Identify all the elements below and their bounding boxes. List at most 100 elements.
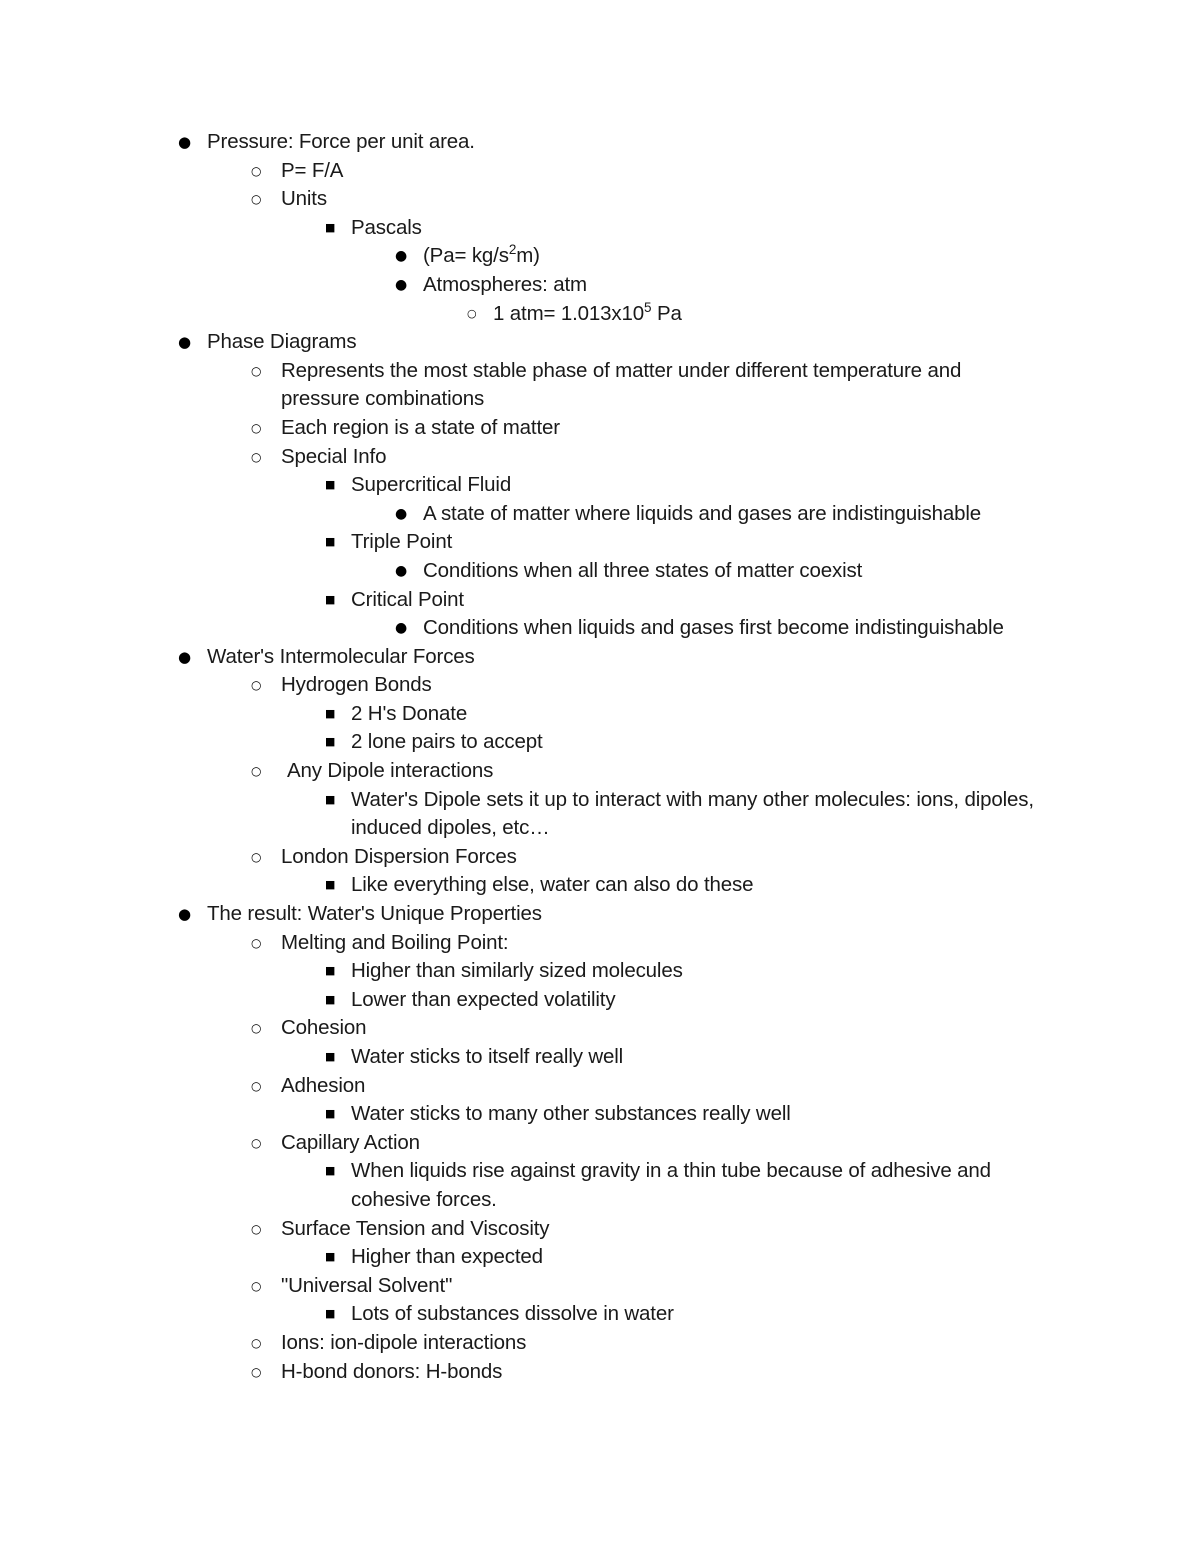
bullet-marker-level-2-icon: ○ (251, 935, 262, 950)
outline-item-text: 1 atm= 1.013x105 Pa (493, 299, 682, 325)
outline-item-text: Hydrogen Bonds (281, 673, 432, 697)
outline-item-level-1: ● Pressure: Force per unit area. (0, 128, 1200, 157)
outline-item-level-2: ○ Hydrogen Bonds (0, 671, 1200, 700)
outline-item-level-3: ■ 2 lone pairs to accept (0, 728, 1200, 757)
outline-item-level-3: ■ Supercritical Fluid (0, 471, 1200, 500)
bullet-marker-level-4-icon: ● (395, 248, 408, 265)
outline-item-level-3: ■ When liquids rise against gravity in a … (0, 1157, 1200, 1214)
bullet-marker-level-2-icon: ○ (251, 1364, 262, 1379)
outline-item-level-3: ■ Like everything else, water can also do… (0, 871, 1200, 900)
outline-item-text: When liquids rise against gravity in a t… (351, 1159, 991, 1211)
outline-item-level-2: ○ Surface Tension and Viscosity (0, 1215, 1200, 1244)
bullet-marker-level-2-icon: ○ (251, 363, 262, 378)
bullet-marker-level-3-icon: ■ (325, 1250, 336, 1264)
outline-item-text: Conditions when liquids and gases first … (423, 616, 1004, 640)
bullet-marker-level-5-icon: ○ (467, 306, 477, 320)
outline-item-level-3: ■ Water sticks to itself really well (0, 1043, 1200, 1072)
outline-item-text: Water sticks to itself really well (351, 1045, 624, 1068)
outline-item-text: Triple Point (351, 530, 453, 554)
outline-item-text: Water sticks to many other substances re… (351, 1102, 791, 1126)
outline-item-text: Atmospheres: atm (423, 272, 587, 296)
bullet-marker-level-2-icon: ○ (251, 764, 262, 779)
outline-item-level-1: ● Phase Diagrams (0, 328, 1200, 357)
bullet-marker-level-3-icon: ■ (325, 878, 336, 892)
outline-item-text: Cohesion (281, 1016, 367, 1040)
bullet-marker-level-4-icon: ● (395, 505, 408, 522)
outline-item-level-2: ○ Melting and Boiling Point: (0, 929, 1200, 958)
outline-item-text: Ions: ion-dipole interactions (281, 1330, 527, 1354)
outline-item-level-1: ● Water's Intermolecular Forces (0, 643, 1200, 672)
bullet-marker-level-2-icon: ○ (251, 1278, 262, 1293)
outline-item-level-4: ● Atmospheres: atm (0, 271, 1200, 300)
bullet-marker-level-3-icon: ■ (325, 1307, 336, 1321)
bullet-marker-level-2-icon: ○ (251, 192, 262, 207)
bullet-marker-level-4-icon: ● (395, 620, 408, 637)
outline-item-level-2: ○ P= F/A (0, 157, 1200, 186)
outline-item-text: Surface Tension and Viscosity (281, 1216, 550, 1240)
outline-item-text: "Universal Solvent" (281, 1273, 453, 1297)
outline-item-text: Each region is a state of matter (281, 415, 560, 439)
outline-item-text: Lower than expected volatility (351, 987, 616, 1011)
outline-item-level-2: ○ Each region is a state of matter (0, 414, 1200, 443)
bullet-marker-level-4-icon: ● (395, 276, 408, 293)
outline-item-level-2: ○ Special Info (0, 443, 1200, 472)
bullet-marker-level-1-icon: ● (178, 133, 191, 151)
outline-item-level-5: ○ 1 atm= 1.013x105 Pa (0, 300, 1200, 329)
bullet-marker-level-3-icon: ■ (325, 535, 336, 549)
outline-item-level-3: ■ Water's Dipole sets it up to interact w… (0, 786, 1200, 843)
outline-item-text: A state of matter where liquids and gase… (423, 501, 982, 525)
bullet-marker-level-2-icon: ○ (251, 1221, 262, 1236)
outline-item-level-2: ○ Units (0, 185, 1200, 214)
outline-item-text: Units (281, 187, 327, 211)
outline-item-level-2: ○ London Dispersion Forces (0, 843, 1200, 872)
outline-item-text: (Pa= kg/s2m) (423, 242, 540, 268)
outline-item-text: 2 H's Donate (351, 701, 468, 725)
bullet-marker-level-1-icon: ● (178, 647, 191, 666)
bullet-marker-level-3-icon: ■ (325, 1107, 336, 1121)
outline-item-text: Critical Point (351, 587, 464, 611)
outline-item-text: Water's Dipole sets it up to interact wi… (351, 787, 1034, 840)
outline-item-text: Water's Intermolecular Forces (207, 644, 475, 668)
bullet-marker-level-3-icon: ■ (325, 735, 336, 749)
outline-item-level-4: ● Conditions when liquids and gases first… (0, 614, 1200, 643)
bullet-marker-level-1-icon: ● (178, 905, 191, 924)
outline-item-text: Any Dipole interactions (287, 759, 494, 783)
bullet-marker-level-1-icon: ● (178, 333, 191, 352)
bullet-marker-level-3-icon: ■ (325, 792, 336, 806)
outline-item-text: H-bond donors: H-bonds (281, 1359, 503, 1383)
bullet-marker-level-3-icon: ■ (325, 1164, 336, 1178)
bullet-marker-level-2-icon: ○ (251, 420, 262, 435)
outline-item-level-2: ○ "Universal Solvent" (0, 1272, 1200, 1301)
outline-item-level-2: ○ H-bond donors: H-bonds (0, 1358, 1200, 1387)
outline-item-text: The result: Water's Unique Properties (207, 902, 542, 926)
bullet-marker-level-2-icon: ○ (251, 449, 262, 464)
outline-item-level-3: ■ 2 H's Donate (0, 700, 1200, 729)
bullet-marker-level-2-icon: ○ (251, 678, 262, 693)
outline-item-text: Capillary Action (281, 1130, 420, 1154)
outline-item-level-3: ■ Critical Point (0, 586, 1200, 615)
outline-item-level-3: ■ Lower than expected volatility (0, 986, 1200, 1015)
outline-item-text: Higher than similarly sized molecules (351, 959, 683, 983)
outline-item-level-4: ● A state of matter where liquids and gas… (0, 500, 1200, 529)
outline-item-text: Represents the most stable phase of matt… (281, 358, 962, 411)
bullet-marker-level-2-icon: ○ (251, 163, 262, 178)
notes-outline-list: ● Pressure: Force per unit area. ○ P= F/A ○ U… (0, 128, 1200, 1386)
bullet-marker-level-2-icon: ○ (251, 1135, 262, 1150)
outline-item-text: Pascals (351, 215, 422, 239)
bullet-marker-level-3-icon: ■ (325, 992, 336, 1006)
outline-item-text: Higher than expected (351, 1245, 543, 1269)
bullet-marker-level-2-icon: ○ (251, 1021, 262, 1036)
bullet-marker-level-3-icon: ■ (325, 1050, 336, 1063)
outline-item-level-3: ■ Pascals (0, 214, 1200, 243)
outline-item-level-2: ○ Cohesion (0, 1014, 1200, 1043)
outline-item-level-2: ○ Represents the most stable phase of mat… (0, 357, 1200, 414)
outline-item-text: London Dispersion Forces (281, 844, 517, 868)
outline-item-level-3: ■ Higher than expected (0, 1243, 1200, 1272)
outline-item-level-4: ● Conditions when all three states of mat… (0, 557, 1200, 586)
outline-item-text: Adhesion (281, 1073, 366, 1097)
bullet-marker-level-2-icon: ○ (251, 1335, 262, 1350)
outline-item-level-3: ■ Triple Point (0, 528, 1200, 557)
bullet-marker-level-2-icon: ○ (251, 1078, 262, 1093)
bullet-marker-level-3-icon: ■ (325, 706, 336, 720)
outline-item-text: Phase Diagrams (207, 330, 357, 354)
